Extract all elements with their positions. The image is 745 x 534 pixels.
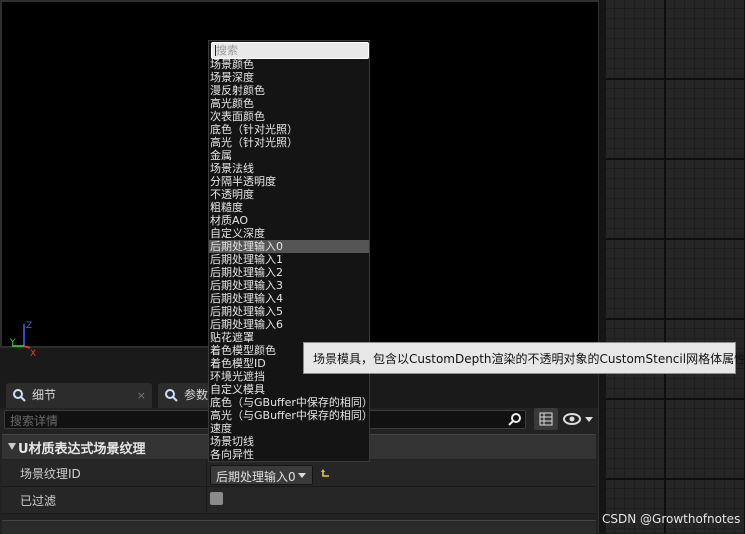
dropdown-option[interactable]: 场景切线 [209,435,369,448]
dropdown-option[interactable]: 材质AO [209,214,369,227]
property-label: 场景纹理ID [20,467,81,481]
dropdown-option[interactable]: 次表面颜色 [209,110,369,123]
dropdown-option[interactable]: 后期处理输入6 [209,318,369,331]
property-row-filtered: 已过滤 [2,487,596,514]
search-icon[interactable] [508,412,523,427]
dropdown-option[interactable]: 粗糙度 [209,201,369,214]
dropdown-option[interactable]: 高光颜色 [209,97,369,110]
tooltip: 场景模具，包含以CustomDepth渲染的不透明对象的CustomStenci… [303,342,745,374]
property-label: 已过滤 [20,494,57,508]
dropdown-option[interactable]: 后期处理输入5 [209,305,369,318]
dropdown-option[interactable]: 场景深度 [209,71,369,84]
axis-y-label: Y [10,338,16,348]
dropdown-option[interactable]: 高光（与GBuffer中保存的相同） [209,409,373,422]
dropdown-option[interactable]: 自定义模具 [209,383,369,396]
dropdown-option[interactable]: 场景法线 [209,162,369,175]
dropdown-search-placeholder: 搜索 [216,44,238,57]
dropdown-option[interactable]: 场景颜色 [209,58,369,71]
dropdown-option[interactable]: 分隔半透明度 [209,175,369,188]
dropdown-option[interactable]: 各向异性 [209,448,369,461]
tab-details[interactable]: 细节 × [6,383,152,408]
chevron-down-icon [298,473,306,478]
tab-parameters[interactable]: 参数 [158,383,210,408]
dropdown-options-list: 场景颜色 场景深度 漫反射颜色 高光颜色 次表面颜色 底色（针对光照） 高光（针对光照） 金属… [209,58,373,461]
dropdown-option[interactable]: 后期处理输入3 [209,279,369,292]
dropdown-option[interactable]: 不透明度 [209,188,369,201]
tooltip-text: 场景模具，包含以CustomDepth渲染的不透明对象的CustomStenci… [313,352,745,366]
eye-icon [563,413,593,425]
dropdown-option[interactable]: 底色（与GBuffer中保存的相同） [209,396,373,409]
category-title: U材质表达式场景纹理 [18,442,146,457]
dropdown-option[interactable]: 后期处理输入1 [209,253,369,266]
combobox-value: 后期处理输入0 [216,470,296,484]
axis-gizmo: Z Y X [10,321,36,358]
dropdown-option[interactable]: 速度 [209,422,369,435]
collapse-triangle-icon[interactable] [8,443,16,450]
dropdown-option[interactable]: 高光（针对光照） [209,136,369,149]
dropdown-option[interactable]: 后期处理输入4 [209,292,369,305]
dropdown-search-input[interactable]: 搜索 [211,42,369,59]
details-search-placeholder: 搜索详情 [10,414,59,428]
column-divider[interactable] [206,487,207,513]
property-matrix-button[interactable] [534,408,558,430]
next-category-header[interactable] [2,520,596,534]
close-icon[interactable]: × [137,383,146,408]
scene-texture-id-combobox[interactable]: 后期处理输入0 [210,465,313,485]
reset-to-default-icon[interactable] [319,467,333,481]
dropdown-option[interactable]: 金属 [209,149,369,162]
view-options-button[interactable] [562,410,596,428]
watermark: CSDN @Growthofnotes [602,512,741,526]
dropdown-option[interactable]: 后期处理输入2 [209,266,369,279]
tab-details-label: 细节 [32,388,57,402]
dropdown-option[interactable]: 底色（针对光照） [209,123,369,136]
dropdown-option[interactable]: 自定义深度 [209,227,369,240]
dropdown-option[interactable]: 漫反射颜色 [209,84,369,97]
column-divider[interactable] [206,460,207,486]
dropdown-option[interactable]: 后期处理输入0 [209,240,369,253]
axis-x-label: X [30,349,36,358]
details-icon [13,389,26,402]
grid-icon [539,412,553,426]
material-graph-canvas[interactable] [606,0,745,533]
tab-parameters-label: 参数 [184,388,209,402]
filtered-checkbox[interactable] [210,492,223,505]
search-icon [165,389,178,402]
axis-z-label: Z [26,321,32,331]
